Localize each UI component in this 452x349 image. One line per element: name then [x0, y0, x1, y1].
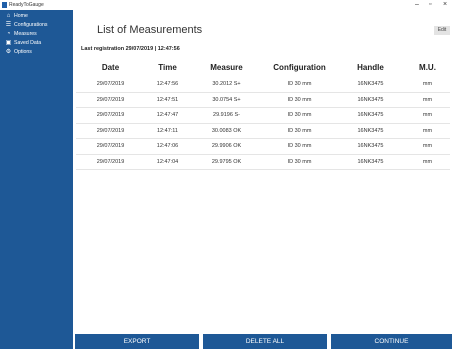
- table-row[interactable]: 29/07/2019 12:47:04 29.9795 OK ID 30 mm …: [76, 154, 450, 170]
- cell-date: 29/07/2019: [76, 123, 145, 139]
- cell-time: 12:47:56: [145, 77, 190, 93]
- cell-mu: mm: [405, 123, 450, 139]
- column-header-mu: M.U.: [419, 63, 436, 72]
- table-row[interactable]: 29/07/2019 12:47:11 30.0083 OK ID 30 mm …: [76, 123, 450, 139]
- cell-time: 12:47:47: [145, 107, 190, 124]
- sidebar-item-label: Measures: [14, 31, 37, 37]
- cell-mu: mm: [405, 154, 450, 170]
- cell-mu: mm: [405, 92, 450, 108]
- cell-measure: 29.9795 OK: [190, 154, 263, 170]
- cell-handle: 16NK3475: [336, 77, 405, 93]
- cell-measure: 29.9906 OK: [190, 138, 263, 155]
- minimize-button[interactable]: –: [415, 0, 419, 10]
- table-row[interactable]: 29/07/2019 12:47:47 29.9196 S- ID 30 mm …: [76, 107, 450, 124]
- gear-icon: ⚙: [5, 49, 12, 55]
- sidebar-item-saved-data[interactable]: ▣ Saved Data: [0, 40, 73, 48]
- cell-configuration: ID 30 mm: [263, 92, 336, 108]
- table-row[interactable]: 29/07/2019 12:47:06 29.9906 OK ID 30 mm …: [76, 138, 450, 155]
- cell-configuration: ID 30 mm: [263, 138, 336, 155]
- cell-configuration: ID 30 mm: [263, 154, 336, 170]
- last-registration-text: Last registration 29/07/2019 | 12:47:56: [81, 46, 180, 52]
- column-header-time: Time: [158, 63, 177, 72]
- sidebar-item-label: Saved Data: [14, 40, 42, 46]
- cell-time: 12:47:06: [145, 138, 190, 155]
- measurements-table: Date Time Measure Configuration Handle M…: [76, 58, 450, 170]
- table-header-row: Date Time Measure Configuration Handle M…: [76, 58, 450, 77]
- cell-configuration: ID 30 mm: [263, 123, 336, 139]
- cell-mu: mm: [405, 138, 450, 155]
- cell-time: 12:47:04: [145, 154, 190, 170]
- table-row[interactable]: 29/07/2019 12:47:51 30.0754 S+ ID 30 mm …: [76, 92, 450, 108]
- cell-date: 29/07/2019: [76, 154, 145, 170]
- cell-measure: 30.2012 S+: [190, 77, 263, 93]
- cell-date: 29/07/2019: [76, 92, 145, 108]
- cell-measure: 30.0083 OK: [190, 123, 263, 139]
- cell-date: 29/07/2019: [76, 138, 145, 155]
- cell-time: 12:47:11: [145, 123, 190, 139]
- app-logo-icon: [2, 2, 7, 8]
- continue-button[interactable]: CONTINUE: [331, 334, 452, 349]
- export-button[interactable]: EXPORT: [75, 334, 199, 349]
- cell-measure: 30.0754 S+: [190, 92, 263, 108]
- sidebar-item-label: Home: [14, 13, 28, 19]
- sidebar-item-options[interactable]: ⚙ Options: [0, 49, 73, 57]
- edit-button[interactable]: Edit: [434, 26, 450, 35]
- save-icon: ▣: [5, 40, 12, 46]
- title-bar: ReadyToGauge – ▫ ×: [0, 0, 452, 10]
- sidebar-item-configurations[interactable]: ☰ Configurations: [0, 22, 73, 30]
- sidebar-item-home[interactable]: ⌂ Home: [0, 13, 73, 21]
- gauge-icon: ◔: [6, 31, 11, 37]
- cell-date: 29/07/2019: [76, 107, 145, 124]
- column-header-date: Date: [101, 63, 120, 72]
- sidebar-item-label: Configurations: [14, 22, 48, 28]
- close-button[interactable]: ×: [443, 0, 447, 10]
- page-title: List of Measurements: [97, 24, 203, 36]
- cell-handle: 16NK3475: [336, 138, 405, 155]
- cell-mu: mm: [405, 77, 450, 93]
- cell-handle: 16NK3475: [336, 154, 405, 170]
- sidebar-item-measures[interactable]: ◔ Measures: [0, 31, 73, 39]
- cell-handle: 16NK3475: [336, 123, 405, 139]
- column-header-configuration: Configuration: [273, 63, 326, 72]
- cell-configuration: ID 30 mm: [263, 77, 336, 93]
- column-header-measure: Measure: [210, 63, 243, 72]
- home-icon: ⌂: [6, 13, 11, 19]
- cell-handle: 16NK3475: [336, 107, 405, 124]
- cell-measure: 29.9196 S-: [190, 107, 263, 124]
- sidebar: ⌂ Home ☰ Configurations ◔ Measures ▣ Sav…: [0, 10, 73, 349]
- cell-configuration: ID 30 mm: [263, 107, 336, 124]
- maximize-button[interactable]: ▫: [429, 0, 431, 10]
- table-row[interactable]: 29/07/2019 12:47:56 30.2012 S+ ID 30 mm …: [76, 77, 450, 93]
- delete-all-button[interactable]: DELETE ALL: [203, 334, 327, 349]
- list-icon: ☰: [5, 22, 12, 28]
- cell-date: 29/07/2019: [76, 77, 145, 93]
- cell-mu: mm: [405, 107, 450, 124]
- column-header-handle: Handle: [357, 63, 384, 72]
- app-title: ReadyToGauge: [9, 2, 44, 8]
- sidebar-item-label: Options: [14, 49, 32, 55]
- cell-handle: 16NK3475: [336, 92, 405, 108]
- cell-time: 12:47:51: [145, 92, 190, 108]
